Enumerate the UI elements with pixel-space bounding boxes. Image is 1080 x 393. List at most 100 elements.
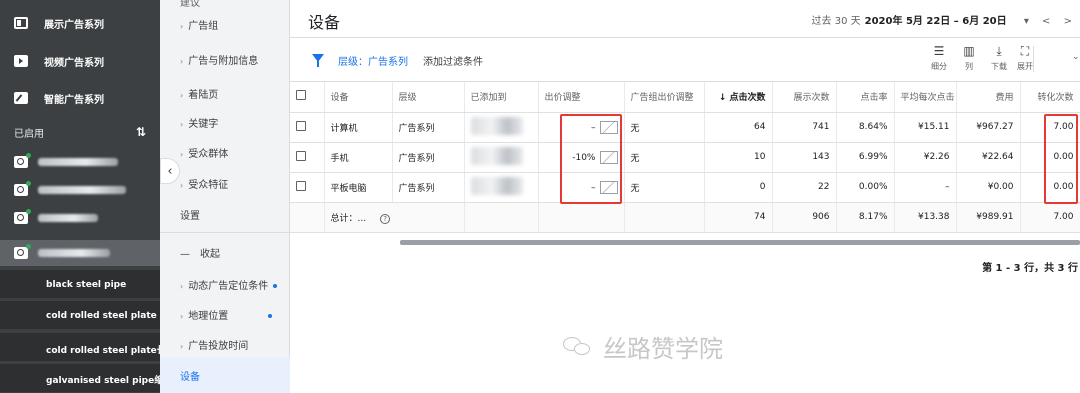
chevron-down-icon[interactable]: ▾ xyxy=(1024,16,1029,27)
search-campaign-icon xyxy=(14,181,31,196)
highlight-bid-adjust xyxy=(560,114,622,204)
campaign-display[interactable]: 展示广告系列 xyxy=(0,5,160,41)
col-adgroup-bid-adj[interactable]: 广告组出价调整 xyxy=(624,82,705,113)
nav-item-landing[interactable]: › 着陆页 xyxy=(180,86,218,101)
cell-adgroup-bid: 无 xyxy=(624,172,705,203)
prev-period-button[interactable]: < xyxy=(1042,16,1050,27)
chevron-right-icon: › xyxy=(180,57,184,66)
nav-item-devices[interactable]: 设备 xyxy=(160,357,290,393)
nav-item-ads[interactable]: › 广告与附加信息 xyxy=(180,52,258,67)
cell-adgroup-bid: 无 xyxy=(624,112,705,143)
cell-device: 计算机 xyxy=(324,112,393,143)
adgroup-label[interactable]: cold rolled steel plate xyxy=(46,311,157,321)
total-empty xyxy=(624,202,705,233)
blurred-name xyxy=(470,176,523,195)
nav-item-settings[interactable]: 设置 xyxy=(180,207,200,222)
segment-icon: ☰ xyxy=(933,44,945,58)
chevron-right-icon: › xyxy=(180,312,184,321)
row-checkbox[interactable] xyxy=(296,150,306,161)
cell-level: 广告系列 xyxy=(392,112,465,143)
nav-label: 设置 xyxy=(180,211,200,222)
app-root: 展示广告系列 视频广告系列 智能广告系列 已启用 ⇅ black steel p… xyxy=(0,0,1080,393)
blurred-name xyxy=(38,214,98,222)
campaign-label: 视频广告系列 xyxy=(44,57,104,69)
nav-item-partial[interactable]: 建议 xyxy=(180,0,200,9)
add-filter-button[interactable]: 添加过滤条件 xyxy=(423,53,483,68)
cell-level: 广告系列 xyxy=(392,142,465,173)
section-label: 已启用 xyxy=(14,128,44,140)
blurred-name xyxy=(38,186,126,194)
sort-icon[interactable]: ⇅ xyxy=(136,125,146,139)
col-device[interactable]: 设备 xyxy=(324,82,393,113)
select-all-checkbox[interactable] xyxy=(296,90,306,101)
col-conversions[interactable]: 转化次数 xyxy=(1020,82,1080,113)
adgroup-label[interactable]: black steel pipe xyxy=(46,280,126,290)
next-period-button[interactable]: > xyxy=(1064,16,1072,27)
col-added-to[interactable]: 已添加到 xyxy=(464,82,539,113)
col-impressions[interactable]: 展示次数 xyxy=(772,82,837,113)
col-ctr[interactable]: 点击率 xyxy=(836,82,895,113)
chevron-right-icon: › xyxy=(180,181,184,190)
chevron-left-icon: ‹ xyxy=(167,163,173,179)
col-level[interactable]: 层级 xyxy=(392,82,465,113)
more-options-icon[interactable]: ⌄ xyxy=(1072,52,1080,62)
row-select-cell[interactable] xyxy=(290,172,325,203)
expand-button[interactable]: ⛶ 展开 xyxy=(1010,44,1040,72)
row-checkbox[interactable] xyxy=(296,180,306,191)
cell-clicks: 10 xyxy=(704,142,773,173)
divider xyxy=(1033,46,1034,72)
col-bid-adj[interactable]: 出价调整 xyxy=(538,82,625,113)
col-label: 点击次数 xyxy=(729,93,766,104)
chevron-right-icon: › xyxy=(180,91,184,100)
watermark-text: 丝路赞学院 xyxy=(603,334,723,363)
help-icon[interactable]: ? xyxy=(380,213,391,224)
total-ctr: 8.17% xyxy=(836,202,895,233)
tool-label: 展开 xyxy=(1017,62,1033,71)
filter-icon[interactable] xyxy=(312,54,324,67)
cell-impressions: 22 xyxy=(772,172,837,203)
campaign-smart[interactable]: 智能广告系列 xyxy=(0,80,160,116)
row-select-cell[interactable] xyxy=(290,142,325,173)
nav-item-adgroups[interactable]: › 广告组 xyxy=(180,17,218,32)
total-spacer xyxy=(290,202,325,233)
nav-item-locations[interactable]: › 地理位置 xyxy=(180,307,273,322)
nav-label: 受众特征 xyxy=(188,180,229,191)
nav-label: 设备 xyxy=(180,372,200,383)
sidebar-campaign-item[interactable] xyxy=(0,178,160,202)
cell-clicks: 0 xyxy=(704,172,773,203)
select-all-cell[interactable] xyxy=(290,82,325,113)
segment-button[interactable]: ☰ 细分 xyxy=(924,44,954,72)
col-clicks[interactable]: ↓ 点击次数 xyxy=(704,82,773,113)
filter-bar: 层级：广告系列 添加过滤条件 ☰ 细分 ▥ 列 ⤓ 下载 ⛶ 展开 ⌄ xyxy=(290,38,1080,82)
nav-item-dynamic-targets[interactable]: › 动态广告定位条件 xyxy=(180,277,278,292)
sidebar-campaign-item-active[interactable] xyxy=(0,240,160,266)
blurred-name xyxy=(38,158,118,166)
col-cost[interactable]: 费用 xyxy=(956,82,1021,113)
sort-down-icon: ↓ xyxy=(718,93,727,104)
cell-cost: ¥0.00 xyxy=(956,172,1021,203)
cell-avg-cpc: – xyxy=(894,172,957,203)
col-avg-cpc[interactable]: 平均每次点击 xyxy=(894,82,957,113)
sidebar-campaign-item[interactable] xyxy=(0,206,160,230)
blurred-name xyxy=(470,116,523,135)
row-checkbox[interactable] xyxy=(296,120,306,131)
nav-item-demographics[interactable]: › 受众特征 xyxy=(180,176,228,191)
row-select-cell[interactable] xyxy=(290,112,325,143)
date-range-picker[interactable]: 过去 30 天 2020年 5月 22日 – 6月 20日 ▾ < > xyxy=(812,12,1072,27)
nav-label: 地理位置 xyxy=(188,311,229,322)
pagination-summary: 第 1 - 3 行，共 3 行 xyxy=(982,263,1078,274)
nav-item-keywords[interactable]: › 关键字 xyxy=(180,115,218,130)
watermark: 丝路赞学院 xyxy=(563,328,763,364)
nav-item-audiences[interactable]: › 受众群体 xyxy=(180,145,228,160)
cell-avg-cpc: ¥2.26 xyxy=(894,142,957,173)
chevron-right-icon: › xyxy=(180,342,184,351)
nav-collapse[interactable]: — 收起 xyxy=(180,245,220,260)
nav-item-schedule[interactable]: › 广告投放时间 xyxy=(180,337,248,352)
filter-level-chip[interactable]: 层级：广告系列 xyxy=(338,53,408,68)
sidebar-campaign-item[interactable] xyxy=(0,150,160,174)
campaign-video[interactable]: 视频广告系列 xyxy=(0,43,160,79)
columns-button[interactable]: ▥ 列 xyxy=(954,44,984,72)
cell-device: 平板电脑 xyxy=(324,172,393,203)
cell-added-to xyxy=(464,112,539,143)
horizontal-scrollbar[interactable] xyxy=(400,240,1080,245)
